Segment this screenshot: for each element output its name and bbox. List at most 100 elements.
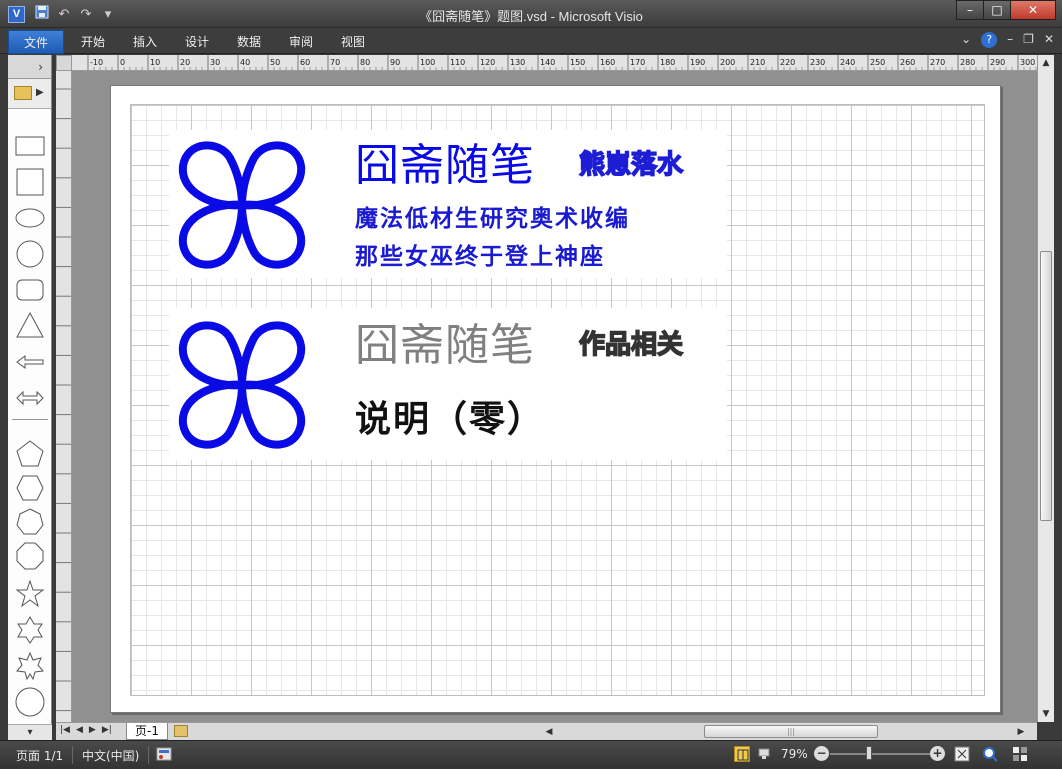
circle-large-icon [15, 687, 45, 717]
zoom-level-label[interactable]: 79% [781, 747, 808, 761]
stencil-expand-button[interactable]: › [8, 55, 51, 79]
horizontal-scrollbar[interactable]: ◀ ||| ▶ [542, 724, 1028, 740]
maximize-button[interactable]: □ [983, 0, 1011, 20]
brand-title-1: 囧斋随笔 [355, 140, 535, 191]
normal-view-icon[interactable] [734, 746, 750, 762]
page-tab-bar: |◀ ◀ ▶ ▶| 页-1 ◀ ||| ▶ [56, 722, 1037, 740]
scroll-up-icon[interactable]: ▲ [1038, 55, 1054, 71]
ruler-label: 130 [56, 329, 58, 342]
title-bar: V ↶ ↷ ▾ 《囧斋随笔》题图.vsd - Microsoft Visio –… [0, 0, 1062, 28]
tab-home[interactable]: 开始 [81, 32, 105, 52]
last-page-icon[interactable]: ▶| [102, 725, 112, 735]
close-button[interactable]: ✕ [1010, 0, 1056, 20]
triangle-icon [16, 311, 44, 338]
stencil-shape-rectangle[interactable] [8, 127, 52, 161]
ruler-label: 20 [56, 659, 58, 668]
stencil-header[interactable]: ▶ [8, 79, 51, 109]
tab-design[interactable]: 设计 [185, 32, 209, 52]
tab-view[interactable]: 视图 [341, 32, 365, 52]
stencil-shape-circle[interactable] [8, 235, 52, 269]
ruler-label: 270 [930, 58, 945, 67]
rounded-rectangle-icon [16, 279, 44, 301]
scroll-down-icon[interactable]: ▼ [1038, 706, 1054, 722]
prev-page-icon[interactable]: ◀ [76, 725, 83, 735]
ruler-label: 190 [56, 152, 58, 165]
ruler-label: 30 [210, 58, 220, 67]
tab-file[interactable]: 文件 [8, 30, 64, 54]
ruler-label: 180 [56, 181, 58, 194]
full-screen-view-icon[interactable] [756, 746, 772, 762]
doc-minimize-icon[interactable]: – [1007, 32, 1013, 48]
drawing-page[interactable]: 囧斋随笔 熊崽落水 魔法低材生研究奥术收编 那些女巫终于登上神座 囧斋随笔 作品… [110, 85, 1001, 713]
shapes-stencil: › ▶ ▾ [8, 55, 52, 740]
next-page-icon[interactable]: ▶ [89, 725, 96, 735]
zoom-out-button[interactable]: − [814, 746, 829, 761]
horizontal-ruler[interactable]: -10 0 10 20 30 40 50 60 70 80 90 100 110 120 130 140 150… [72, 55, 1037, 71]
stencil-shape-star-6[interactable] [8, 611, 52, 645]
doc-close-icon[interactable]: ✕ [1044, 32, 1054, 48]
stencil-shape-double-arrow[interactable] [8, 379, 52, 413]
zoom-in-button[interactable]: + [930, 746, 945, 761]
subtitle-line-2: 那些女巫终于登上神座 [355, 244, 605, 270]
stencil-shape-rounded-rectangle[interactable] [8, 271, 52, 305]
macro-record-icon[interactable] [156, 746, 172, 762]
stencil-shape-pentagon[interactable] [8, 435, 52, 469]
insert-page-icon[interactable] [174, 725, 188, 737]
ruler-label: 60 [300, 58, 310, 67]
ruler-corner[interactable] [56, 55, 72, 71]
help-icon[interactable]: ? [981, 32, 998, 48]
stencil-scroll-down-icon[interactable]: ▾ [8, 724, 52, 740]
ruler-label: 160 [56, 241, 58, 254]
language-indicator[interactable]: 中文(中国) [82, 747, 139, 764]
scroll-right-icon[interactable]: ▶ [1014, 724, 1028, 740]
ruler-label: 50 [56, 571, 58, 580]
stencil-shape-circle-large[interactable] [8, 683, 52, 717]
window-title: 《囧斋随笔》题图.vsd - Microsoft Visio [419, 9, 643, 24]
article-title: 说明（零） [355, 399, 546, 440]
square-icon [16, 168, 44, 196]
ruler-label: 220 [780, 58, 795, 67]
zoom-slider-thumb[interactable] [866, 746, 872, 760]
page-tab-1[interactable]: 页-1 [126, 723, 168, 740]
title-card-1[interactable]: 囧斋随笔 熊崽落水 魔法低材生研究奥术收编 那些女巫终于登上神座 [169, 130, 727, 278]
stencil-shape-left-arrow[interactable] [8, 343, 52, 377]
stencil-folder-icon [14, 86, 32, 100]
stencil-shape-triangle[interactable] [8, 307, 52, 341]
vertical-scroll-thumb[interactable] [1040, 251, 1052, 521]
ruler-label: 140 [56, 300, 58, 313]
stencil-shape-hexagon[interactable] [8, 469, 52, 503]
ruler-label: 200 [56, 122, 58, 135]
ruler-label: 290 [990, 58, 1005, 67]
zoom-slider[interactable] [830, 753, 930, 755]
ruler-label: 130 [510, 58, 525, 67]
doc-restore-icon[interactable]: ❐ [1023, 32, 1034, 48]
ruler-label: 100 [420, 58, 435, 67]
ruler-label: 90 [390, 58, 400, 67]
vertical-scrollbar[interactable]: ▲ ▼ [1037, 55, 1054, 722]
fit-page-icon[interactable] [954, 746, 970, 762]
ruler-label: 40 [240, 58, 250, 67]
tab-review[interactable]: 审阅 [289, 32, 313, 52]
stencil-shape-star-5[interactable] [8, 575, 52, 609]
stencil-shape-octagon[interactable] [8, 537, 52, 571]
tag-2: 作品相关 [578, 329, 684, 361]
stencil-shape-square[interactable] [8, 163, 52, 197]
tab-insert[interactable]: 插入 [133, 32, 157, 52]
stencil-shape-star-7[interactable] [8, 647, 52, 681]
ruler-label: 240 [840, 58, 855, 67]
drawing-canvas[interactable]: 囧斋随笔 熊崽落水 魔法低材生研究奥术收编 那些女巫终于登上神座 囧斋随笔 作品… [72, 71, 1037, 722]
tab-data[interactable]: 数据 [237, 32, 261, 52]
stencil-shape-ellipse[interactable] [8, 199, 52, 233]
vertical-ruler[interactable]: 210 200 190 180 170 160 150 140 130 120 110 100 90 80… [56, 71, 72, 722]
pan-zoom-icon[interactable] [982, 746, 998, 762]
scroll-left-icon[interactable]: ◀ [542, 724, 556, 740]
title-card-2[interactable]: 囧斋随笔 作品相关 说明（零） [169, 308, 727, 460]
horizontal-scroll-thumb[interactable]: ||| [704, 725, 878, 738]
ruler-label: 170 [56, 211, 58, 224]
first-page-icon[interactable]: |◀ [60, 725, 70, 735]
page-indicator[interactable]: 页面 1/1 [16, 747, 63, 764]
minimize-button[interactable]: – [956, 0, 984, 20]
ribbon-minimize-icon[interactable]: ⌄ [961, 32, 971, 48]
switch-windows-icon[interactable] [1012, 746, 1028, 762]
stencil-shape-heptagon[interactable] [8, 503, 52, 537]
